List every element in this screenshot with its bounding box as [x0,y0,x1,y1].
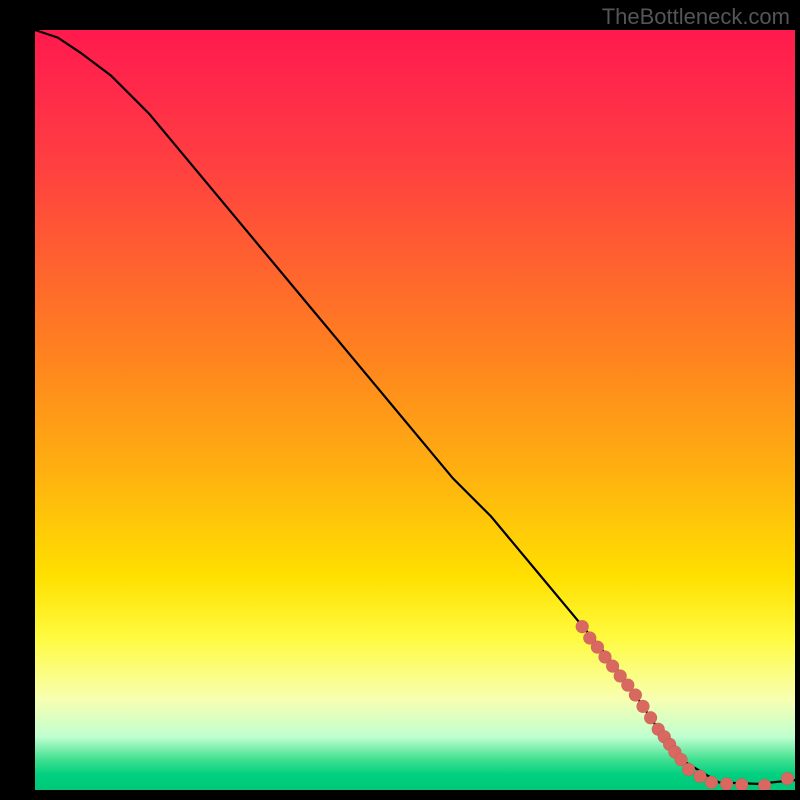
data-point [629,689,642,702]
data-point [694,770,707,783]
chart-svg [35,30,795,790]
data-point [781,772,794,785]
data-point [705,776,718,789]
data-point [758,779,771,790]
chart-plot-area [35,30,795,790]
bottleneck-curve-line [35,30,795,784]
scatter-dots-group [576,620,794,790]
data-point [644,711,657,724]
watermark: TheBottleneck.com [602,4,790,30]
data-point [682,763,695,776]
data-point [576,620,589,633]
data-point [720,777,733,790]
data-point [735,778,748,790]
data-point [637,700,650,713]
